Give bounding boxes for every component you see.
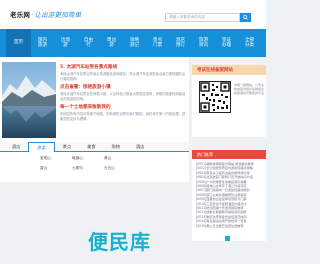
- hot-list: [0001]湖南旅游网官方网站 旅游路线推荐 [0002]长沙到张家界自驾游最佳…: [192, 159, 266, 241]
- logo-slogan: 让出游更加简单: [34, 11, 82, 19]
- tab-food[interactable]: 美食: [79, 142, 103, 152]
- watermark: 便民库: [88, 230, 151, 254]
- site-header: 老乐网·让出游更加简单 请输入你要查询的内容: [0, 0, 266, 29]
- nav-item-label: 国内 旅游: [37, 37, 48, 49]
- destination-link[interactable]: 宝塔山: [40, 156, 70, 161]
- qr-section-header: 考试在线备案网站: [192, 65, 266, 75]
- nav-item-label: 全部 分类: [244, 37, 255, 49]
- search-button[interactable]: [240, 13, 251, 22]
- qr-section-title: 考试在线备案网站: [197, 68, 233, 73]
- article-summary: 承接太湖汽车站附近的景点旅游路线咨询服务，是太湖汽车站到各景点最方便快捷的出行路…: [60, 72, 186, 81]
- category-tabs: 酒店 旅游 景点 美食 购物 酒店: [0, 141, 189, 152]
- destination-link[interactable]: 长白山: [104, 166, 134, 171]
- destination-link[interactable]: 峨眉山: [72, 156, 102, 161]
- search-input[interactable]: 请输入你要查询的内容: [165, 13, 240, 22]
- destination-links: 宝塔山 峨眉山 黄山 香山 九寨沟 长白山: [40, 156, 134, 171]
- destination-link[interactable]: 香山: [40, 166, 70, 171]
- tab-travel[interactable]: 旅游: [28, 141, 55, 152]
- featured-photo[interactable]: [2, 62, 56, 138]
- nav-item-label: 旅游 资讯: [198, 37, 209, 49]
- nav-item-hotels[interactable]: 酒店 预订: [169, 29, 192, 57]
- hot-list-item[interactable]: [0015]黄山日出观赏最佳位置推荐: [196, 224, 263, 228]
- page: 老乐网·让出游更加简单 请输入你要查询的内容 首页 国内 旅游 出境 游 自由 …: [0, 0, 266, 264]
- site-logo[interactable]: 老乐网·让出游更加简单: [10, 9, 81, 19]
- tab-content: 宝塔山 峨眉山 黄山 香山 九寨沟 长白山: [0, 152, 189, 182]
- article-title[interactable]: 每一个土地都来致敬我的: [60, 104, 186, 110]
- qr-description: 中国一级网站、以专业的态度为用户提供最全的旅游资讯服务的平台: [234, 83, 265, 96]
- hot-section-title: 热门推荐: [197, 152, 213, 157]
- search-icon: [243, 14, 248, 20]
- nav-item-label: 签证 办理: [221, 37, 232, 49]
- nav-item-tickets[interactable]: 景点 门票: [146, 29, 169, 57]
- nav-item-label: 攻略 游记: [129, 37, 140, 49]
- featured-article: 5. 太湖汽车站到各景点路线 承接太湖汽车站附近的景点旅游路线咨询服务，是太湖汽…: [60, 64, 186, 125]
- hot-list-item[interactable]: [0004]北京故宫门票预订及开放时间介绍: [196, 175, 263, 179]
- qr-code-icon: [200, 82, 230, 112]
- watermark-dot: [225, 236, 230, 241]
- nav-item-label: 景点 门票: [152, 37, 163, 49]
- logo-title: 老乐网: [10, 11, 31, 19]
- nav-item-label: 周边 游: [106, 37, 117, 49]
- nav-item-all[interactable]: 全部 分类: [238, 29, 261, 57]
- tab-shopping[interactable]: 购物: [104, 142, 128, 152]
- article-summary: 承接太湖汽车站附近的惊艳小镇，以及特色小镇景点的旅游推荐，帮助你快速找到最适合的…: [60, 92, 186, 101]
- destination-link[interactable]: 黄山: [104, 156, 134, 161]
- nav-item-home[interactable]: 首页: [6, 29, 31, 57]
- qr-section: 中国一级网站、以专业的态度为用户提供最全的旅游资讯服务的平台: [192, 75, 266, 137]
- article-summary: 本网站所有内容均来源于网络，如有侵权请联系我们删除，我们将在第一时间处理，感谢您…: [60, 112, 186, 121]
- nav-item-independent[interactable]: 自由 行: [77, 29, 100, 57]
- nav-item-label: 出境 游: [60, 37, 71, 49]
- nav-item-news[interactable]: 旅游 资讯: [192, 29, 215, 57]
- nav-item-guides[interactable]: 攻略 游记: [123, 29, 146, 57]
- nav-item-label: 酒店 预订: [175, 37, 186, 49]
- nav-item-outbound[interactable]: 出境 游: [54, 29, 77, 57]
- nav-item-domestic[interactable]: 国内 旅游: [31, 29, 54, 57]
- mountain-lake-image: [2, 62, 56, 138]
- qr-code: [199, 81, 231, 113]
- article-title[interactable]: 5. 太湖汽车站到各景点路线: [60, 64, 186, 70]
- article-title[interactable]: 点击查看：惊艳旅游小镇: [60, 84, 186, 90]
- destination-link[interactable]: 九寨沟: [72, 166, 102, 171]
- tab-hotel[interactable]: 酒店: [4, 142, 28, 152]
- nav-item-nearby[interactable]: 周边 游: [100, 29, 123, 57]
- hot-section-header: 热门推荐: [192, 150, 266, 159]
- tab-scenic[interactable]: 景点: [55, 142, 79, 152]
- tab-hotel-2[interactable]: 酒店: [128, 142, 152, 152]
- nav-item-label: 自由 行: [83, 37, 94, 49]
- nav-item-visa[interactable]: 签证 办理: [215, 29, 238, 57]
- main-nav: 首页 国内 旅游 出境 游 自由 行 周边 游 攻略 游记 景点 门票 酒店 预…: [0, 29, 266, 57]
